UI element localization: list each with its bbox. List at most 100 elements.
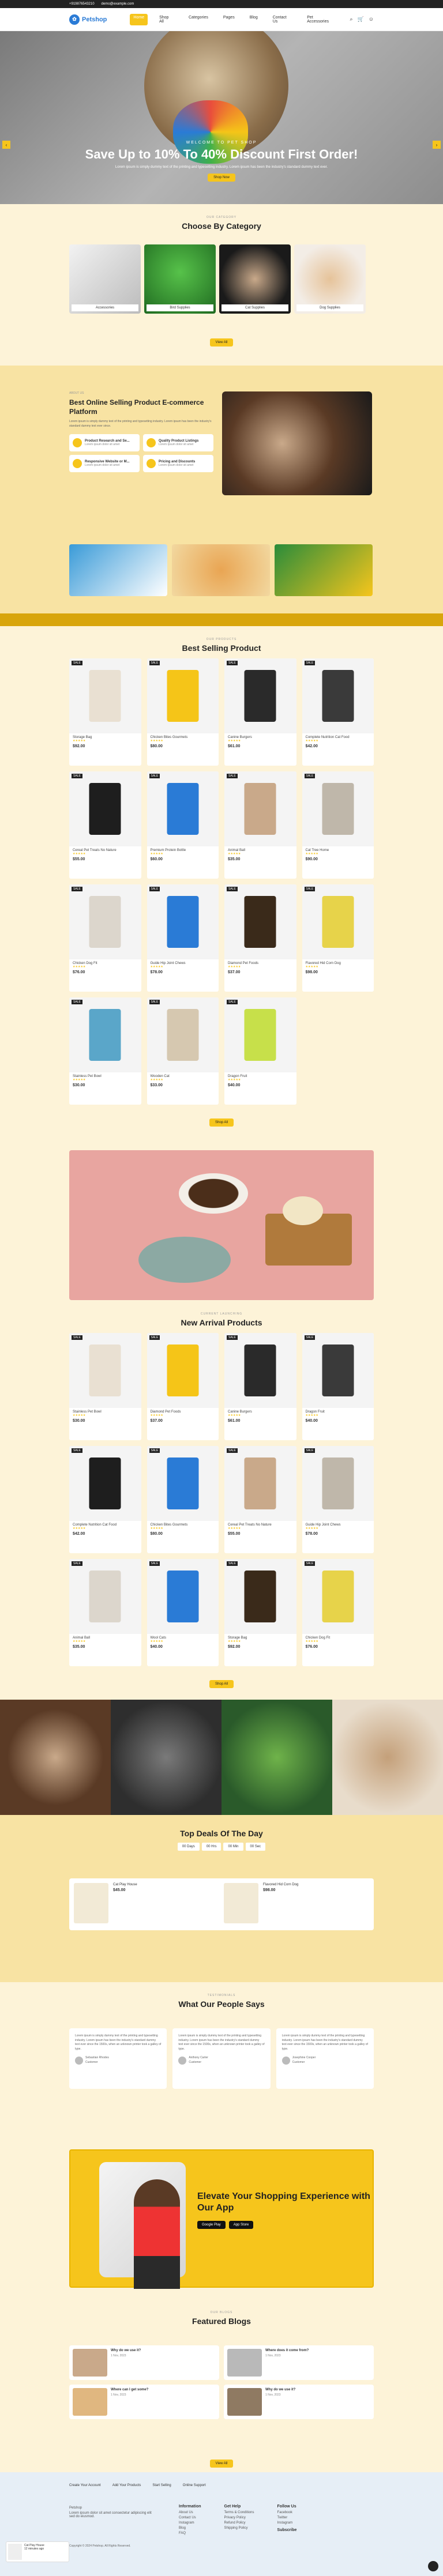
- footer-link[interactable]: Terms & Conditions: [224, 2511, 254, 2514]
- product-card[interactable]: SALE Storage Bag ★★★★★ $92.00: [224, 1559, 296, 1666]
- product-photo: [167, 1345, 199, 1396]
- product-price: $90.00: [305, 857, 318, 861]
- promo-banner[interactable]: [275, 544, 373, 596]
- feature-desc: Lorem ipsum dolor sit amet: [159, 443, 194, 447]
- footer-link[interactable]: Privacy Policy: [224, 2516, 254, 2519]
- product-card[interactable]: SALE Guide Hip Joint Chews ★★★★★ $78.00: [302, 1446, 374, 1553]
- deal-card[interactable]: Cat Play House $45.00: [69, 1878, 224, 1930]
- nav-pet-accessories[interactable]: Pet Accessories: [303, 14, 338, 25]
- product-card[interactable]: SALE Animal Ball ★★★★★ $35.00: [224, 771, 296, 879]
- product-card[interactable]: SALE Premium Protein Bottle ★★★★★ $60.00: [147, 771, 219, 879]
- product-card[interactable]: SALE Diamond Pet Foods ★★★★★ $37.00: [224, 884, 296, 992]
- product-photo: [322, 783, 354, 835]
- product-card[interactable]: SALE Dragon Fruit ★★★★★ $40.00: [302, 1333, 374, 1440]
- product-image: SALE: [224, 1559, 296, 1634]
- product-card[interactable]: SALE Storage Bag ★★★★★ $92.00: [69, 658, 141, 766]
- product-card[interactable]: SALE Canine Burgers ★★★★★ $61.00: [224, 658, 296, 766]
- product-card[interactable]: SALE Wool Cats ★★★★★ $40.00: [147, 1559, 219, 1666]
- deal-image: [74, 1883, 108, 1923]
- google-play-button[interactable]: Google Play: [197, 2221, 226, 2229]
- product-card[interactable]: SALE Chicken Dog Fit ★★★★★ $76.00: [302, 1559, 374, 1666]
- cart-icon[interactable]: 🛒: [358, 16, 364, 22]
- footer-link[interactable]: Instagram: [179, 2521, 201, 2525]
- footer-link[interactable]: Refund Policy: [224, 2521, 254, 2525]
- rating-stars-icon: ★★★★★: [228, 1640, 241, 1643]
- product-price: $42.00: [73, 1532, 85, 1536]
- sale-badge: SALE: [304, 774, 316, 778]
- product-card[interactable]: SALE Cereal Pet Treats No Nature ★★★★★ $55.…: [224, 1446, 296, 1553]
- product-card[interactable]: SALE Cat Tree Home ★★★★★ $90.00: [302, 771, 374, 879]
- footer-link[interactable]: Shipping Policy: [224, 2526, 254, 2530]
- guinea-pigs-image: [222, 391, 372, 495]
- product-card[interactable]: SALE Complete Nutrition Cat Food ★★★★★ $42.…: [69, 1446, 141, 1553]
- sale-badge: SALE: [149, 661, 160, 665]
- app-store-button[interactable]: App Store: [228, 2221, 254, 2229]
- nav-blog[interactable]: Blog: [246, 14, 261, 25]
- footer-link[interactable]: About Us: [179, 2511, 201, 2514]
- rating-stars-icon: ★★★★★: [228, 1527, 241, 1530]
- blog-card[interactable]: Why do we use it? 1 Nov, 2023: [224, 2385, 374, 2419]
- product-image: SALE: [302, 1559, 374, 1634]
- app-banner: Elevate Your Shopping Experience with Ou…: [69, 2149, 374, 2289]
- product-card[interactable]: SALE Wooden Cat ★★★★★ $33.00: [147, 997, 219, 1105]
- phone-text[interactable]: +919876543210: [69, 2, 95, 6]
- product-price: $78.00: [150, 970, 163, 974]
- footer-link[interactable]: Facebook: [277, 2511, 297, 2514]
- promo-banners: [0, 538, 443, 613]
- deal-price: $98.00: [263, 1888, 276, 1892]
- footer-link[interactable]: Blog: [179, 2526, 201, 2530]
- category-label: Bird Supplies: [147, 304, 213, 311]
- product-card[interactable]: SALE Chicken Bites Gourmets ★★★★★ $80.00: [147, 1446, 219, 1553]
- category-card[interactable]: Bird Supplies: [144, 244, 216, 314]
- sale-popup[interactable]: Cat Play House 12 minutes ago: [6, 2541, 69, 2562]
- product-card[interactable]: SALE Stainless Pet Bowl ★★★★★ $30.00: [69, 997, 141, 1105]
- category-card[interactable]: Cat Supplies: [219, 244, 291, 314]
- nav-contact[interactable]: Contact Us: [269, 14, 296, 25]
- product-card[interactable]: SALE Animal Ball ★★★★★ $35.00: [69, 1559, 141, 1666]
- product-card[interactable]: SALE Cereal Pet Treats No Nature ★★★★★ $55.…: [69, 771, 141, 879]
- product-card[interactable]: SALE Dragon Fruit ★★★★★ $40.00: [224, 997, 296, 1105]
- nav-pages[interactable]: Pages: [220, 14, 238, 25]
- footer-link[interactable]: Instagram: [277, 2521, 297, 2525]
- product-card[interactable]: SALE Flavored Hid Corn Dog ★★★★★ $98.00: [302, 884, 374, 992]
- email-text[interactable]: demo@example.com: [102, 2, 134, 6]
- product-photo: [89, 783, 121, 835]
- product-card[interactable]: SALE Diamond Pet Foods ★★★★★ $37.00: [147, 1333, 219, 1440]
- arrivals-shop-all-button[interactable]: Shop All: [209, 1680, 234, 1688]
- product-card[interactable]: SALE Stainless Pet Bowl ★★★★★ $30.00: [69, 1333, 141, 1440]
- category-label: Accessories: [72, 304, 138, 311]
- feature-card: Pricing and Discounts Lorem ipsum dolor s…: [143, 455, 213, 473]
- deal-card[interactable]: Flavored Hid Corn Dog $98.00: [219, 1878, 374, 1930]
- sale-badge: SALE: [304, 661, 316, 665]
- blog-card[interactable]: Where does it come from? 1 Nov, 2023: [224, 2345, 374, 2380]
- blog-card[interactable]: Why do we use it? 1 Nov, 2023: [69, 2345, 219, 2380]
- product-card[interactable]: SALE Guide Hip Joint Chews ★★★★★ $78.00: [147, 884, 219, 992]
- product-card[interactable]: SALE Complete Nutrition Cat Food ★★★★★ $42.…: [302, 658, 374, 766]
- product-card[interactable]: SALE Chicken Dog Fit ★★★★★ $76.00: [69, 884, 141, 992]
- hero-shop-now-button[interactable]: Shop Now: [208, 174, 235, 182]
- promo-banner[interactable]: [172, 544, 270, 596]
- footer-logo[interactable]: Petshop: [69, 2506, 156, 2510]
- footer-link[interactable]: Twitter: [277, 2516, 297, 2519]
- rating-stars-icon: ★★★★★: [305, 852, 318, 856]
- blogs-view-all-button[interactable]: View All: [209, 2460, 234, 2468]
- nav-shop-all[interactable]: Shop All: [156, 14, 177, 25]
- nav-home[interactable]: Home: [130, 13, 148, 25]
- user-icon[interactable]: ☺: [369, 16, 374, 22]
- footer-link[interactable]: FAQ: [179, 2532, 201, 2535]
- countdown-hours: 00 Hrs: [201, 1843, 222, 1851]
- promo-banner[interactable]: [69, 544, 167, 596]
- logo[interactable]: ✿ Petshop: [69, 14, 107, 25]
- blog-card[interactable]: Where can I get some? 1 Nov, 2023: [69, 2385, 219, 2419]
- bestsellers-shop-all-button[interactable]: Shop All: [209, 1118, 234, 1127]
- search-icon[interactable]: ⌕: [350, 16, 353, 22]
- product-card[interactable]: SALE Chicken Bites Gourmets ★★★★★ $80.00: [147, 658, 219, 766]
- chat-icon[interactable]: [428, 2561, 438, 2571]
- footer-link[interactable]: Contact Us: [179, 2516, 201, 2519]
- category-card[interactable]: Dog Supplies: [294, 244, 366, 314]
- category-card[interactable]: Accessories: [69, 244, 141, 314]
- categories-view-all-button[interactable]: View All: [209, 338, 234, 347]
- rating-stars-icon: ★★★★★: [150, 965, 163, 969]
- nav-categories[interactable]: Categories: [185, 14, 212, 25]
- product-card[interactable]: SALE Canine Burgers ★★★★★ $61.00: [224, 1333, 296, 1440]
